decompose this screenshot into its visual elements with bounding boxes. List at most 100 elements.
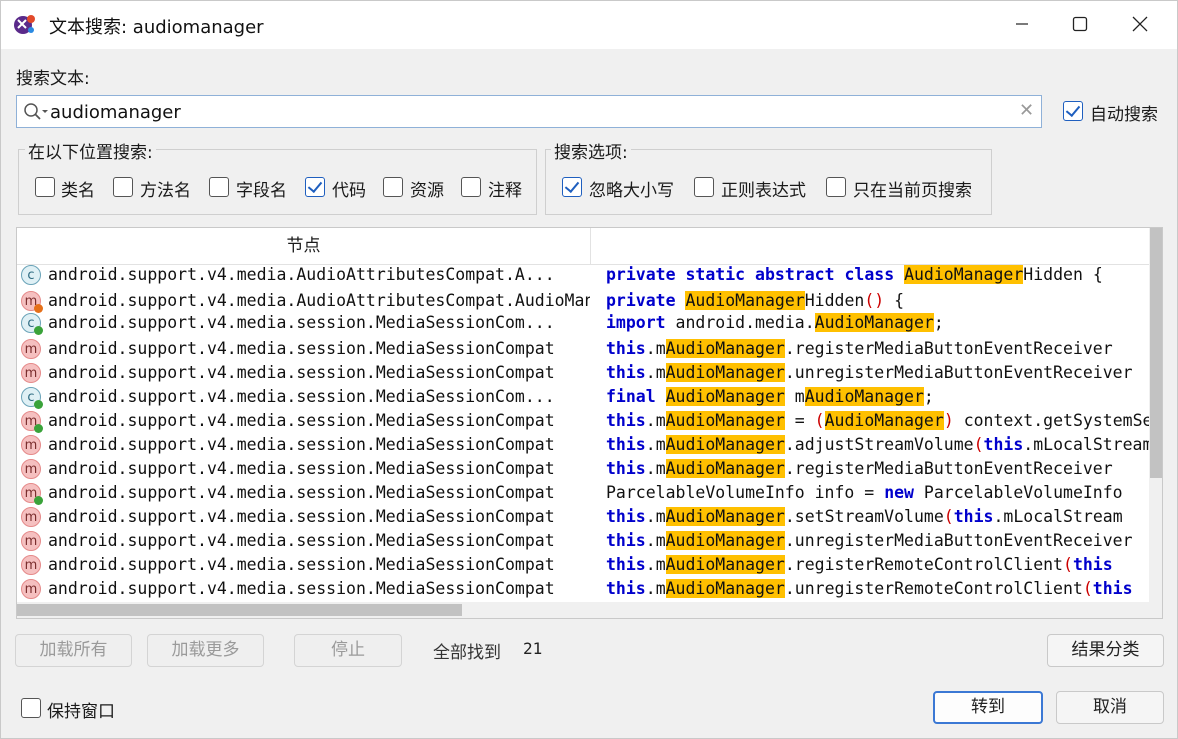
load-more-button[interactable]: 加载更多 <box>147 634 264 667</box>
found-count: 21 <box>523 639 543 658</box>
minimize-button[interactable] <box>993 1 1051 47</box>
resource-label: 资源 <box>410 181 444 201</box>
goto-button[interactable]: 转到 <box>933 691 1043 724</box>
horizontal-scroll-thumb[interactable] <box>17 604 462 616</box>
code-snippet: this.mAudioManager.adjustStreamVolume(th… <box>606 435 1149 454</box>
comment-checkbox[interactable] <box>461 177 481 197</box>
node-path: android.support.v4.media.session.MediaSe… <box>48 507 555 526</box>
method-icon: m <box>21 507 41 527</box>
found-label: 全部找到 <box>433 643 501 663</box>
access-badge-icon <box>34 400 43 409</box>
regex-checkbox[interactable] <box>694 177 714 197</box>
method-icon: m <box>21 459 41 479</box>
method-icon: m <box>21 363 41 383</box>
current-page-checkbox[interactable] <box>826 177 846 197</box>
search-text-label: 搜索文本: <box>16 69 90 89</box>
title-bar: 文本搜索: audiomanager <box>1 1 1177 49</box>
code-snippet: this.mAudioManager.setStreamVolume(this.… <box>606 507 1123 526</box>
table-row[interactable]: c android.support.v4.media.session.MediaS… <box>17 311 1149 335</box>
node-path: android.support.v4.media.session.MediaSe… <box>48 579 555 598</box>
close-icon <box>1132 16 1148 32</box>
code-snippet: import android.media.AudioManager; <box>606 313 944 332</box>
auto-search-label: 自动搜索 <box>1090 105 1158 125</box>
current-page-label: 只在当前页搜索 <box>853 181 972 201</box>
code-snippet: this.mAudioManager.unregisterMediaButton… <box>606 363 1133 382</box>
code-checkbox[interactable] <box>305 177 325 197</box>
table-row[interactable]: m android.support.v4.media.AudioAttribute… <box>17 289 1149 313</box>
vertical-scrollbar[interactable] <box>1149 228 1162 604</box>
table-row[interactable]: m android.support.v4.media.session.MediaS… <box>17 337 1149 361</box>
code-snippet: this.mAudioManager = (AudioManager) cont… <box>606 411 1149 430</box>
table-row[interactable]: m android.support.v4.media.session.MediaS… <box>17 361 1149 385</box>
table-row[interactable]: m android.support.v4.media.session.MediaS… <box>17 457 1149 481</box>
method-icon: m <box>21 555 41 575</box>
method-icon: m <box>21 291 43 313</box>
close-button[interactable] <box>1111 1 1169 47</box>
search-field[interactable]: ✕ <box>16 95 1042 128</box>
table-row[interactable]: m android.support.v4.media.session.MediaS… <box>17 409 1149 433</box>
method-name-label: 方法名 <box>140 181 191 201</box>
node-path: android.support.v4.media.session.MediaSe… <box>48 387 555 406</box>
node-path: android.support.v4.media.session.MediaSe… <box>48 363 555 382</box>
code-label: 代码 <box>332 181 366 201</box>
class-icon: c <box>21 313 43 335</box>
search-icon <box>23 102 49 122</box>
node-path: android.support.v4.media.session.MediaSe… <box>48 531 555 550</box>
column-header-code[interactable] <box>591 228 1149 265</box>
table-row[interactable]: c android.support.v4.media.session.MediaS… <box>17 385 1149 409</box>
clear-icon[interactable]: ✕ <box>1019 100 1034 121</box>
comment-label: 注释 <box>488 181 522 201</box>
node-path: android.support.v4.media.session.MediaSe… <box>48 339 555 358</box>
node-path: android.support.v4.media.AudioAttributes… <box>48 265 555 284</box>
class-name-checkbox[interactable] <box>35 177 55 197</box>
code-snippet: this.mAudioManager.registerMediaButtonEv… <box>606 339 1113 358</box>
method-icon: m <box>21 339 41 359</box>
column-header-node[interactable]: 节点 <box>17 228 591 265</box>
method-icon: m <box>21 411 43 433</box>
stop-button[interactable]: 停止 <box>294 634 402 667</box>
field-name-label: 字段名 <box>236 181 287 201</box>
table-row[interactable]: m android.support.v4.media.session.MediaS… <box>17 553 1149 577</box>
search-input[interactable] <box>50 100 1010 124</box>
code-snippet: final AudioManager mAudioManager; <box>606 387 934 406</box>
table-row[interactable]: m android.support.v4.media.session.MediaS… <box>17 577 1149 601</box>
search-dialog: 文本搜索: audiomanager 搜索文本: ✕ 自动搜索 在以下位置搜索:… <box>0 0 1178 739</box>
code-snippet: this.mAudioManager.unregisterRemoteContr… <box>606 579 1133 598</box>
ignore-case-label: 忽略大小写 <box>589 181 674 201</box>
class-name-label: 类名 <box>61 181 95 201</box>
jadx-app-icon <box>12 12 36 36</box>
method-icon: m <box>21 531 41 551</box>
access-badge-icon <box>34 496 43 505</box>
table-row[interactable]: m android.support.v4.media.session.MediaS… <box>17 433 1149 457</box>
keep-window-checkbox[interactable] <box>21 698 41 718</box>
node-path: android.support.v4.media.session.MediaSe… <box>48 435 555 454</box>
method-name-checkbox[interactable] <box>113 177 133 197</box>
table-row[interactable]: m android.support.v4.media.session.MediaS… <box>17 505 1149 529</box>
code-snippet: private static abstract class AudioManag… <box>606 265 1103 284</box>
horizontal-scrollbar[interactable] <box>17 602 1162 618</box>
vertical-scroll-thumb[interactable] <box>1150 228 1162 478</box>
results-table[interactable]: 节点 c android.support.v4.media.AudioAttrib… <box>16 227 1163 619</box>
table-row[interactable]: c android.support.v4.media.AudioAttribute… <box>17 263 1149 287</box>
node-path: android.support.v4.media.session.MediaSe… <box>48 459 555 478</box>
node-path: android.support.v4.media.session.MediaSe… <box>48 411 555 430</box>
resource-checkbox[interactable] <box>383 177 403 197</box>
group-results-button[interactable]: 结果分类 <box>1047 634 1164 667</box>
auto-search-checkbox[interactable] <box>1063 101 1083 121</box>
maximize-button[interactable] <box>1051 1 1109 47</box>
code-snippet: ParcelableVolumeInfo info = new Parcelab… <box>606 483 1123 502</box>
table-row[interactable]: m android.support.v4.media.session.MediaS… <box>17 529 1149 553</box>
cancel-button[interactable]: 取消 <box>1056 691 1164 724</box>
access-badge-icon <box>34 326 43 335</box>
method-icon: m <box>21 483 43 505</box>
load-all-button[interactable]: 加载所有 <box>15 634 132 667</box>
field-name-checkbox[interactable] <box>209 177 229 197</box>
search-options-title: 搜索选项: <box>551 138 631 163</box>
node-path: android.support.v4.media.AudioAttributes… <box>48 291 590 310</box>
code-snippet: this.mAudioManager.registerRemoteControl… <box>606 555 1113 574</box>
table-row[interactable]: m android.support.v4.media.session.MediaS… <box>17 481 1149 505</box>
regex-label: 正则表达式 <box>721 181 806 201</box>
keep-window-label: 保持窗口 <box>47 702 115 722</box>
method-icon: m <box>21 435 41 455</box>
ignore-case-checkbox[interactable] <box>562 177 582 197</box>
